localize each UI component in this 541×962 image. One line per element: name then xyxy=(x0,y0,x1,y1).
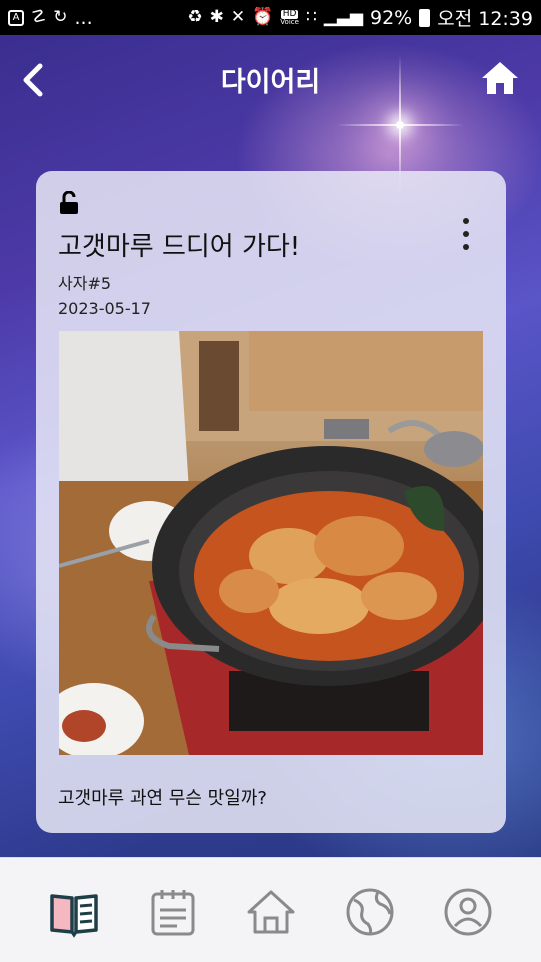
unlock-icon xyxy=(60,191,78,214)
page-title: 다이어리 xyxy=(220,67,321,98)
status-bar-left: A ☡ ↻ ... xyxy=(8,7,93,29)
post-date: 2023-05-17 xyxy=(58,299,151,318)
post-title: 고갯마루 드디어 가다! xyxy=(58,232,301,262)
bluetooth-icon: ✱ xyxy=(209,7,224,27)
mute-icon: ✕ xyxy=(230,7,246,27)
post-caption: 고갯마루 과연 무슨 맛일까? xyxy=(58,788,267,809)
hd-voice-icon: HD Voice xyxy=(280,8,299,26)
calendar-icon[interactable] xyxy=(147,886,199,938)
star-sparkle xyxy=(396,121,404,129)
home-nav-icon[interactable] xyxy=(245,886,297,938)
diary-icon[interactable] xyxy=(48,886,100,938)
globe-icon[interactable] xyxy=(344,886,396,938)
post-photo[interactable] xyxy=(59,331,483,755)
wifi-icon: ∷ xyxy=(305,7,317,27)
home-icon[interactable] xyxy=(480,60,520,96)
alarm-icon: ⏰ xyxy=(252,7,274,27)
bottom-navigation xyxy=(0,857,541,962)
post-author: 사자#5 xyxy=(58,274,112,293)
battery-icon xyxy=(419,8,431,27)
signal-icon: ▁▃▅ xyxy=(323,7,363,27)
recycle-icon: ♻ xyxy=(187,7,203,27)
a-icon: A xyxy=(8,9,24,26)
link-icon: ☡ xyxy=(31,7,47,27)
profile-icon[interactable] xyxy=(442,886,494,938)
status-bar: A ☡ ↻ ... ♻ ✱ ✕ ⏰ HD Voice ∷ ▁▃▅ 92% 오전 … xyxy=(0,0,541,35)
battery-text: 92% xyxy=(370,6,413,29)
status-more: ... xyxy=(74,6,93,29)
more-options-icon[interactable] xyxy=(456,216,476,252)
sync-icon: ↻ xyxy=(53,7,68,27)
status-bar-right: ♻ ✱ ✕ ⏰ HD Voice ∷ ▁▃▅ 92% 오전 12:39 xyxy=(187,4,533,31)
clock: 오전 12:39 xyxy=(437,8,533,30)
